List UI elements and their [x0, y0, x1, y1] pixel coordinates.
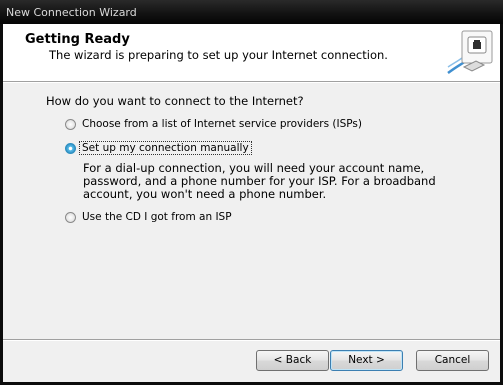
title-bar[interactable]: New Connection Wizard: [0, 0, 503, 24]
option-choose-isp-list[interactable]: Choose from a list of Internet service p…: [63, 117, 362, 133]
option-setup-manually[interactable]: Set up my connection manually: [63, 141, 263, 157]
wizard-client-area: Getting Ready The wizard is preparing to…: [3, 24, 500, 382]
header-divider-highlight: [3, 82, 500, 83]
window-title: New Connection Wizard: [6, 6, 137, 19]
wizard-window: New Connection Wizard Getting Ready The …: [0, 0, 503, 385]
option-use-isp-cd[interactable]: Use the CD I got from an ISP: [63, 210, 232, 226]
option-label: Choose from a list of Internet service p…: [82, 118, 362, 130]
connection-question: How do you want to connect to the Intern…: [46, 94, 304, 108]
next-button[interactable]: Next >: [330, 350, 403, 371]
cancel-button[interactable]: Cancel: [416, 350, 489, 371]
option-description: For a dial-up connection, you will need …: [83, 161, 436, 201]
page-subtitle: The wizard is preparing to set up your I…: [49, 48, 388, 62]
radio-button-selected[interactable]: [65, 143, 76, 154]
option-label: Set up my connection manually: [79, 141, 252, 155]
footer-divider-highlight: [3, 340, 500, 341]
radio-button[interactable]: [65, 119, 76, 130]
wizard-header: Getting Ready The wizard is preparing to…: [3, 24, 500, 81]
back-button[interactable]: < Back: [256, 350, 329, 371]
page-title: Getting Ready: [25, 32, 130, 47]
radio-button[interactable]: [65, 212, 76, 223]
network-connection-icon: [446, 27, 495, 77]
option-label: Use the CD I got from an ISP: [82, 211, 232, 223]
